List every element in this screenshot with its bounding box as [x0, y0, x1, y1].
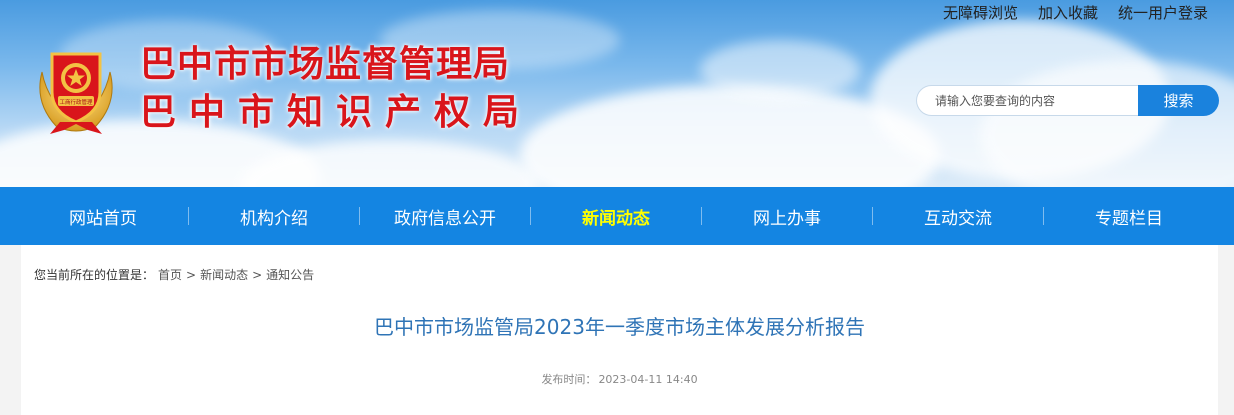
add-favorite-link[interactable]: 加入收藏: [1038, 2, 1098, 24]
nav-item-news[interactable]: 新闻动态: [531, 187, 701, 245]
site-title-line1: 巴中市市场监督管理局: [140, 43, 511, 85]
top-links: 无障碍浏览 加入收藏 统一用户登录: [943, 2, 1208, 24]
nav-item-interaction[interactable]: 互动交流: [873, 187, 1043, 245]
nav-item-about[interactable]: 机构介绍: [189, 187, 359, 245]
search-input[interactable]: [916, 85, 1138, 116]
breadcrumb-separator: >: [252, 267, 263, 282]
breadcrumb: 您当前所在的位置是： 首页 > 新闻动态 > 通知公告: [34, 266, 314, 283]
emblem-logo-icon: 工商行政管理: [30, 42, 122, 136]
header-banner: 工商行政管理 巴中市市场监督管理局 巴中市知识产权局 无障碍浏览 加入收藏 统一…: [0, 0, 1234, 187]
site-title-line2: 巴中市知识产权局: [140, 91, 533, 133]
breadcrumb-item-news[interactable]: 新闻动态: [200, 266, 248, 283]
publish-time: 2023-04-11 14:40: [598, 373, 698, 386]
search-button[interactable]: 搜索: [1138, 85, 1219, 116]
accessibility-link[interactable]: 无障碍浏览: [943, 2, 1018, 24]
publish-label: 发布时间：: [541, 373, 597, 386]
user-login-link[interactable]: 统一用户登录: [1118, 2, 1208, 24]
nav-item-topics[interactable]: 专题栏目: [1044, 187, 1214, 245]
breadcrumb-item-notice[interactable]: 通知公告: [266, 266, 314, 283]
article-title: 巴中市市场监管局2023年一季度市场主体发展分析报告: [374, 315, 865, 339]
breadcrumb-separator: >: [186, 267, 197, 282]
cloud-decoration: [700, 40, 860, 100]
nav-item-home[interactable]: 网站首页: [18, 187, 188, 245]
article-card: 您当前所在的位置是： 首页 > 新闻动态 > 通知公告 巴中市市场监管局2023…: [21, 245, 1218, 415]
breadcrumb-item-home[interactable]: 首页: [158, 266, 182, 283]
main-nav: 网站首页 机构介绍 政府信息公开 新闻动态 网上办事 互动交流 专题栏目: [0, 187, 1234, 245]
nav-item-gov-info[interactable]: 政府信息公开: [360, 187, 530, 245]
breadcrumb-prefix: 您当前所在的位置是：: [34, 268, 155, 282]
nav-item-online-service[interactable]: 网上办事: [702, 187, 872, 245]
publish-info: 发布时间： 2023-04-11 14:40: [21, 371, 1218, 387]
search-bar: 搜索: [916, 85, 1219, 116]
svg-text:工商行政管理: 工商行政管理: [59, 98, 93, 106]
